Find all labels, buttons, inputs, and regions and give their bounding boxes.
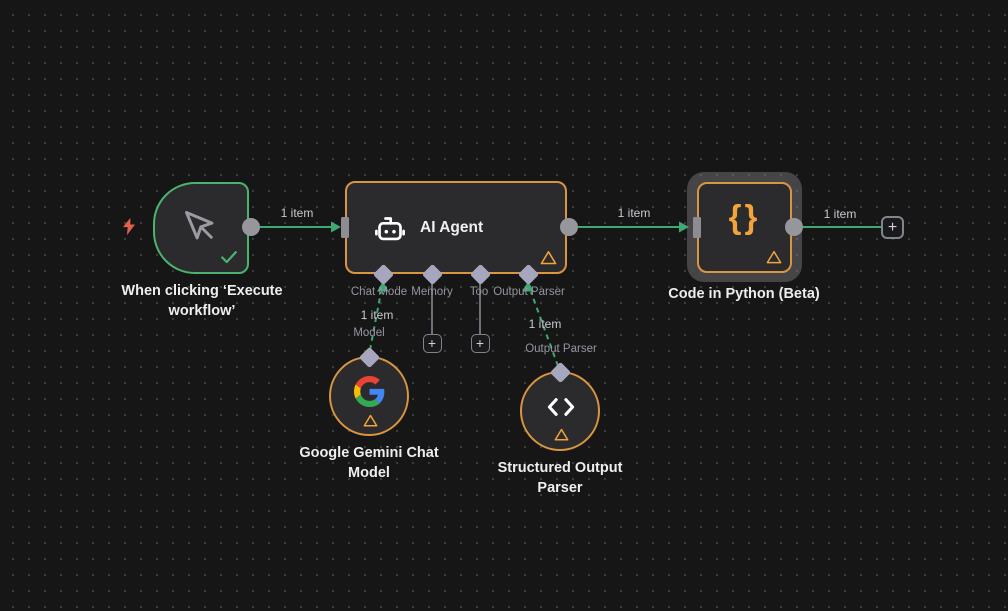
connection-arrow — [331, 221, 341, 233]
plus-icon: + — [475, 335, 485, 351]
plus-icon: + — [427, 335, 437, 351]
agent-output-port[interactable] — [560, 218, 578, 236]
python-input-port[interactable] — [693, 217, 701, 238]
plus-icon: + — [887, 218, 898, 236]
node-gemini-chat-model[interactable] — [329, 356, 409, 436]
python-node-label: Code in Python (Beta) — [668, 286, 820, 302]
warning-triangle-icon — [554, 428, 569, 441]
gemini-label-line1: Google Gemini Chat — [299, 445, 439, 461]
parser-label-line2: Parser — [537, 479, 583, 496]
add-tool-button[interactable]: + — [470, 333, 490, 353]
warning-triangle-icon — [363, 414, 378, 427]
trigger-output-port[interactable] — [242, 218, 260, 236]
google-logo-icon — [354, 376, 385, 407]
warning-triangle-icon — [766, 250, 782, 264]
connector-label-memory: Memory — [411, 286, 453, 298]
node-manual-trigger[interactable] — [153, 182, 249, 274]
parser-node-label: Structured Output Parser — [498, 459, 623, 498]
connector-label-chat-model: Chat Mode — [350, 286, 408, 298]
node-code-python[interactable]: {} — [697, 182, 792, 273]
agent-node-title: AI Agent — [420, 218, 484, 236]
node-structured-output-parser[interactable] — [520, 371, 600, 451]
item-count-label: 1 item — [528, 317, 562, 331]
item-count-label: 1 item — [617, 206, 651, 220]
item-count-label: 1 item — [280, 206, 314, 220]
execute-lightning-icon — [123, 217, 135, 236]
gemini-node-label: Google Gemini Chat Model — [299, 444, 438, 483]
success-check-icon — [221, 251, 237, 264]
node-ai-agent[interactable]: AI Agent — [345, 181, 567, 274]
add-memory-button[interactable]: + — [422, 333, 442, 353]
add-node-button[interactable]: + — [881, 216, 904, 239]
trigger-node-label: When clicking ‘Execute workflow’ — [121, 282, 282, 321]
item-count-label: 1 item — [823, 207, 857, 221]
code-brackets-icon — [547, 398, 575, 416]
trigger-label-line1: When clicking ‘Execute — [121, 283, 283, 299]
connector-label-output-parser: Output Parser — [493, 286, 565, 298]
robot-icon — [375, 217, 405, 241]
gemini-label-line2: Model — [348, 464, 390, 481]
trigger-label-line2: workflow’ — [168, 302, 236, 319]
warning-triangle-icon — [540, 251, 557, 265]
curly-braces-icon: {} — [728, 198, 761, 235]
parser-label-line1: Structured Output — [497, 460, 623, 476]
output-parser-endpoint-label: Output Parser — [525, 343, 597, 355]
workflow-canvas[interactable]: When clicking ‘Execute workflow’ AI Agen… — [0, 0, 1008, 611]
connector-label-tool: Too — [469, 286, 489, 298]
python-output-port[interactable] — [785, 218, 803, 236]
agent-input-port[interactable] — [341, 217, 349, 238]
mouse-pointer-icon — [185, 211, 214, 240]
item-count-label: 1 item — [360, 308, 394, 322]
model-endpoint-label: Model — [353, 327, 385, 339]
